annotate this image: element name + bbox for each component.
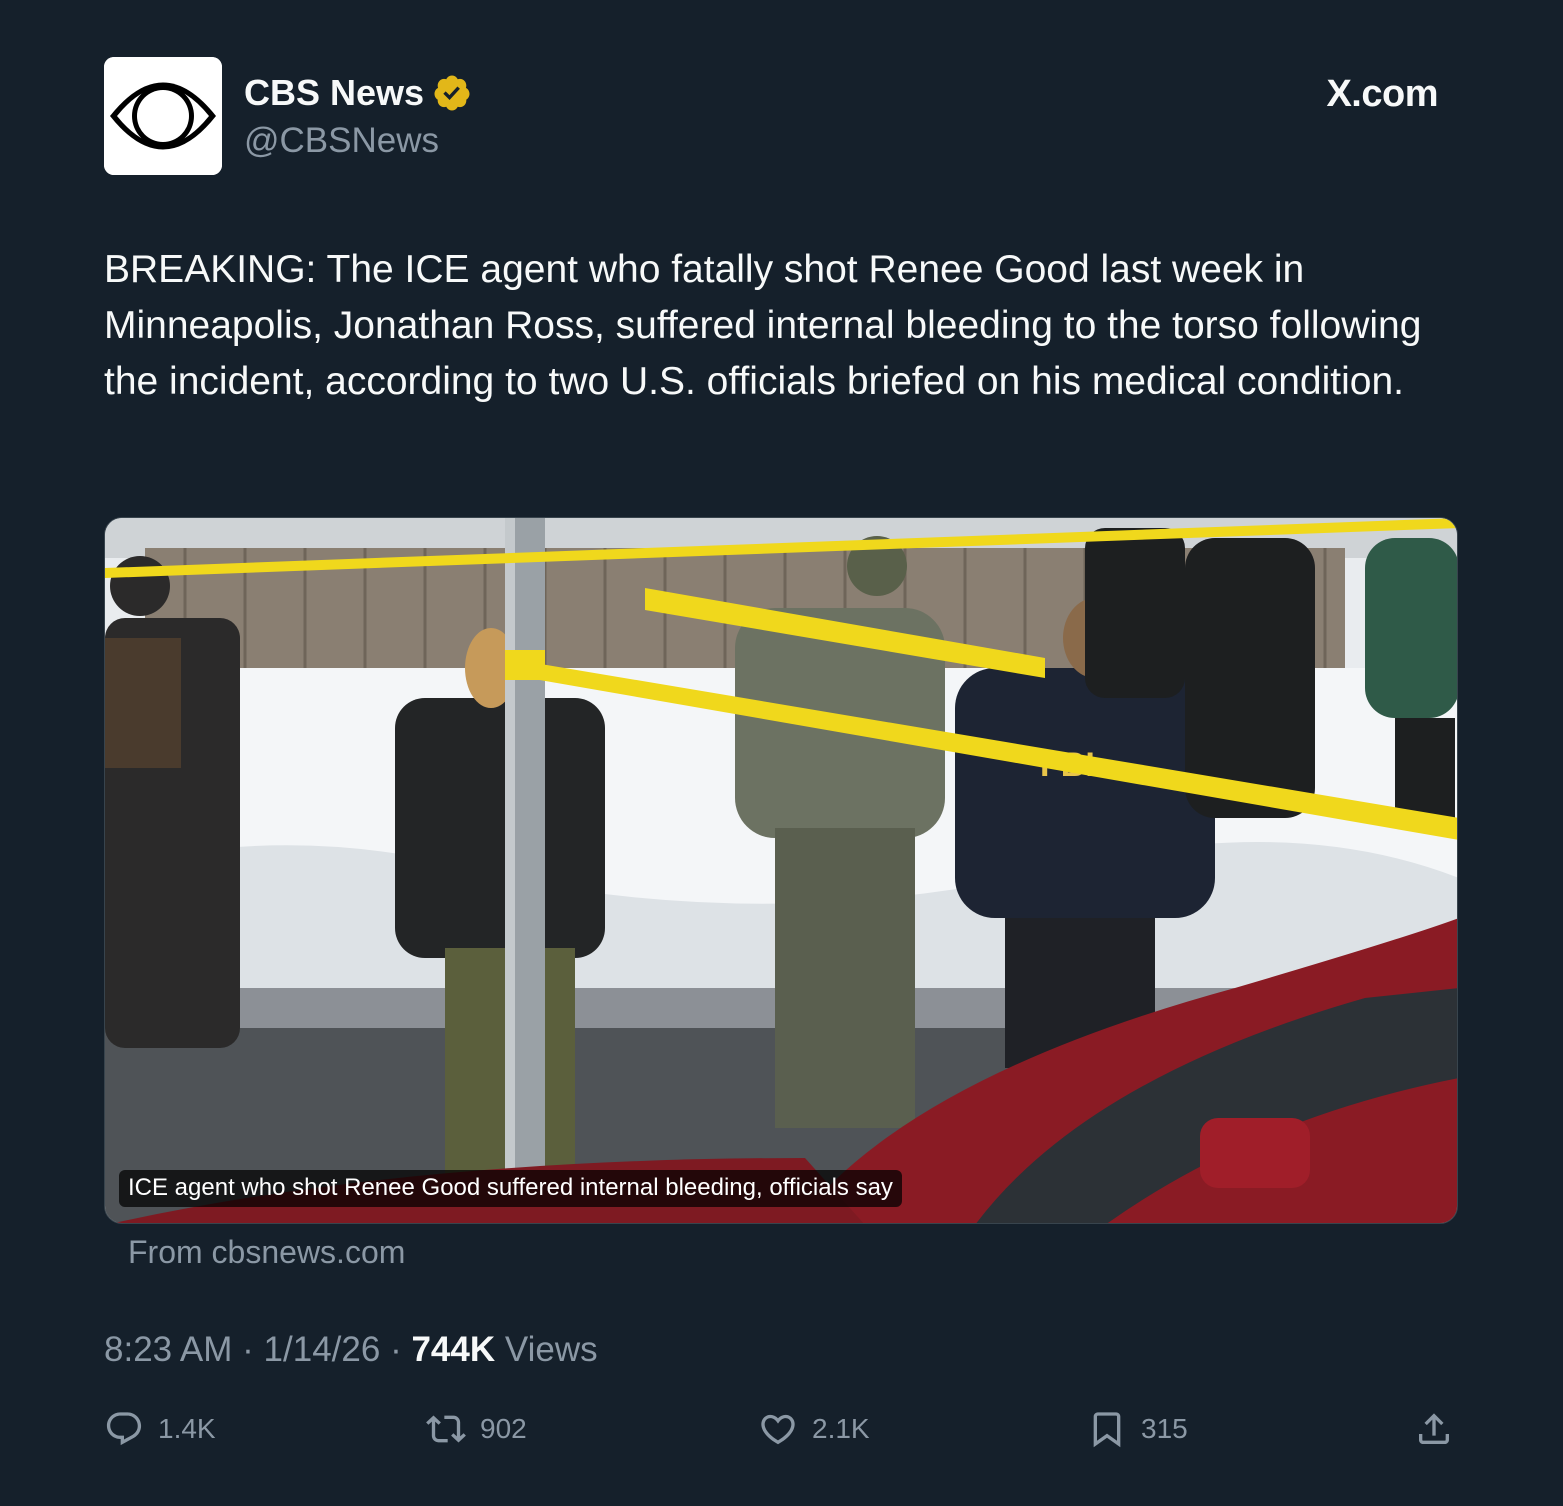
repost-button[interactable]: 902: [426, 1409, 527, 1449]
tweet-time[interactable]: 8:23 AM: [104, 1330, 232, 1369]
share-button[interactable]: [1414, 1409, 1454, 1449]
bookmark-icon: [1093, 1412, 1121, 1448]
display-name[interactable]: CBS News: [244, 72, 424, 114]
tweet-date[interactable]: 1/14/26: [264, 1330, 381, 1369]
account-names: CBS News @CBSNews: [244, 71, 472, 161]
tweet-header: CBS News @CBSNews X.com: [104, 57, 1444, 177]
repost-count: 902: [480, 1413, 527, 1444]
avatar[interactable]: [104, 57, 222, 175]
reply-count: 1.4K: [158, 1413, 216, 1444]
views-count: 744K: [411, 1330, 496, 1369]
tweet-meta: 8:23 AM · 1/14/26 · 744K Views: [104, 1330, 598, 1370]
repost-icon: [426, 1415, 466, 1443]
bookmark-count: 315: [1141, 1413, 1188, 1444]
reply-button[interactable]: 1.4K: [104, 1409, 216, 1449]
share-icon: [1419, 1413, 1449, 1444]
like-count: 2.1K: [812, 1413, 870, 1444]
action-bar: 1.4K 902 2.1K 315: [104, 1409, 1458, 1459]
site-label: X.com: [1326, 73, 1438, 115]
link-card[interactable]: FBI ICE agent who shot Renee Good suffer…: [104, 517, 1458, 1224]
link-card-caption: ICE agent who shot Renee Good suffered i…: [119, 1170, 902, 1207]
news-photo: FBI: [105, 518, 1457, 1223]
link-source[interactable]: From cbsnews.com: [128, 1234, 405, 1271]
verified-badge-icon: [434, 75, 470, 111]
heart-icon: [761, 1414, 795, 1445]
views-label: Views: [504, 1330, 598, 1369]
account-handle[interactable]: @CBSNews: [244, 121, 472, 161]
cbs-eye-logo-icon: [104, 57, 222, 175]
bookmark-button[interactable]: 315: [1087, 1409, 1188, 1449]
reply-icon: [106, 1412, 142, 1446]
tweet-text: BREAKING: The ICE agent who fatally shot…: [104, 248, 1422, 403]
meta-separator: ·: [242, 1330, 254, 1369]
meta-separator: ·: [390, 1330, 402, 1369]
like-button[interactable]: 2.1K: [758, 1409, 870, 1449]
